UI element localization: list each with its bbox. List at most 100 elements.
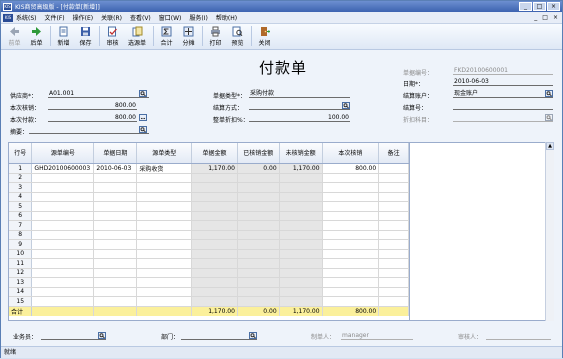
cell-remark[interactable] bbox=[378, 230, 409, 240]
mdi-restore-button[interactable]: □ bbox=[542, 14, 548, 21]
cell-amount[interactable] bbox=[191, 239, 238, 250]
cell-current-writeoff[interactable] bbox=[322, 211, 380, 221]
col-header-row-no[interactable]: 行号 bbox=[9, 143, 33, 164]
cell-unwritten[interactable] bbox=[279, 249, 323, 259]
cell-doc-date[interactable] bbox=[93, 258, 138, 269]
lookup-icon[interactable] bbox=[98, 332, 106, 339]
menu-file[interactable]: 文件(F) bbox=[45, 13, 65, 22]
cell-source-type[interactable] bbox=[136, 201, 193, 212]
cell-amount[interactable] bbox=[191, 201, 238, 212]
table-row[interactable]: 13 bbox=[9, 277, 409, 288]
cell-amount[interactable] bbox=[191, 287, 238, 297]
cell-source-type[interactable] bbox=[136, 277, 193, 288]
cell-written-off[interactable] bbox=[237, 296, 280, 307]
system-menu-icon[interactable]: KIS bbox=[3, 13, 13, 22]
cell-written-off[interactable] bbox=[237, 249, 280, 259]
col-header-amount[interactable]: 单据金额 bbox=[191, 143, 238, 164]
cell-amount[interactable] bbox=[191, 220, 238, 231]
cell-amount[interactable] bbox=[191, 268, 238, 278]
cell-remark[interactable] bbox=[378, 211, 409, 221]
cell-written-off[interactable] bbox=[237, 220, 280, 231]
table-row[interactable]: 3 bbox=[9, 182, 409, 193]
cell-source-no[interactable] bbox=[31, 230, 95, 240]
cell-source-no[interactable] bbox=[31, 258, 95, 269]
cell-amount[interactable] bbox=[191, 192, 238, 202]
table-row[interactable]: 5 bbox=[9, 201, 409, 212]
cell-current-writeoff[interactable] bbox=[322, 258, 380, 269]
cell-current-writeoff[interactable] bbox=[322, 268, 380, 278]
cell-remark[interactable] bbox=[378, 192, 409, 202]
cell-doc-date[interactable] bbox=[93, 296, 138, 307]
cell-current-writeoff[interactable] bbox=[322, 239, 380, 250]
cell-source-type[interactable] bbox=[136, 268, 193, 278]
settle-no-field[interactable] bbox=[453, 102, 553, 110]
cell-written-off[interactable] bbox=[237, 268, 280, 278]
cell-doc-date[interactable] bbox=[93, 239, 138, 250]
col-header-current[interactable]: 本次核销 bbox=[322, 143, 380, 164]
cell-amount[interactable] bbox=[191, 230, 238, 240]
cell-unwritten[interactable] bbox=[279, 220, 323, 231]
save-button[interactable]: 保存 bbox=[75, 26, 96, 47]
cell-remark[interactable] bbox=[378, 163, 409, 174]
vertical-scrollbar[interactable]: ▲ bbox=[545, 142, 554, 321]
discount-field[interactable]: 100.00 bbox=[249, 114, 350, 122]
menu-system[interactable]: 系统(S) bbox=[16, 13, 37, 22]
cell-written-off[interactable] bbox=[237, 277, 280, 288]
cell-unwritten[interactable] bbox=[279, 192, 323, 202]
lookup-icon[interactable] bbox=[249, 332, 257, 339]
menu-window[interactable]: 窗口(W) bbox=[159, 13, 182, 22]
cell-source-type[interactable] bbox=[136, 182, 193, 193]
col-header-unwritten[interactable]: 未核销金额 bbox=[279, 143, 323, 164]
cell-current-writeoff[interactable] bbox=[322, 220, 380, 231]
table-row[interactable]: 12 bbox=[9, 268, 409, 278]
cell-source-no[interactable] bbox=[31, 201, 95, 212]
cell-source-no[interactable] bbox=[31, 296, 95, 307]
cell-source-type[interactable] bbox=[136, 296, 193, 307]
cell-source-no[interactable] bbox=[31, 192, 95, 202]
cell-written-off[interactable] bbox=[237, 182, 280, 193]
cell-unwritten[interactable] bbox=[279, 287, 323, 297]
allocate-button[interactable]: 分摊 bbox=[178, 26, 199, 47]
next-doc-button[interactable]: 后单 bbox=[26, 26, 47, 47]
settle-method-field[interactable] bbox=[249, 102, 350, 110]
menu-view[interactable]: 查看(V) bbox=[130, 13, 151, 22]
cell-source-type[interactable]: 采购收货 bbox=[136, 163, 193, 174]
menu-help[interactable]: 帮助(H) bbox=[216, 13, 237, 22]
lookup-icon[interactable] bbox=[342, 102, 350, 109]
discount-account-field[interactable] bbox=[453, 114, 553, 122]
cell-remark[interactable] bbox=[378, 201, 409, 212]
cell-doc-date[interactable] bbox=[93, 277, 138, 288]
col-header-remark[interactable]: 备注 bbox=[378, 143, 409, 164]
cell-unwritten[interactable] bbox=[279, 268, 323, 278]
cell-source-no[interactable] bbox=[31, 249, 95, 259]
cell-doc-date[interactable]: 2010-06-03 bbox=[93, 163, 138, 174]
lookup-icon[interactable] bbox=[139, 90, 147, 97]
cell-remark[interactable] bbox=[378, 287, 409, 297]
cell-written-off[interactable] bbox=[237, 211, 280, 221]
cell-source-type[interactable] bbox=[136, 258, 193, 269]
close-window-button[interactable]: × bbox=[547, 2, 560, 11]
cell-written-off[interactable] bbox=[237, 239, 280, 250]
mdi-minimize-button[interactable]: _ bbox=[534, 14, 537, 21]
cell-source-no[interactable] bbox=[31, 173, 95, 183]
table-row[interactable]: 2 bbox=[9, 173, 409, 183]
cell-current-writeoff[interactable] bbox=[322, 277, 380, 288]
cell-written-off[interactable] bbox=[237, 230, 280, 240]
cell-doc-date[interactable] bbox=[93, 220, 138, 231]
cell-doc-date[interactable] bbox=[93, 192, 138, 202]
table-row[interactable]: 8 bbox=[9, 230, 409, 240]
cell-amount[interactable] bbox=[191, 296, 238, 307]
cell-source-no[interactable] bbox=[31, 182, 95, 193]
table-row[interactable]: 1 GHD20100600003 2010-06-03 采购收货 1,170.00 0.0… bbox=[9, 163, 409, 174]
summary-field[interactable] bbox=[29, 126, 149, 134]
cell-current-writeoff[interactable]: 800.00 bbox=[322, 163, 380, 174]
cell-unwritten[interactable] bbox=[279, 201, 323, 212]
supplier-field[interactable]: A01.001 bbox=[48, 90, 149, 98]
cell-written-off[interactable]: 0.00 bbox=[237, 163, 280, 174]
table-row[interactable]: 4 bbox=[9, 192, 409, 202]
cell-current-writeoff[interactable] bbox=[322, 173, 380, 183]
new-button[interactable]: 新增 bbox=[53, 26, 74, 47]
cell-source-type[interactable] bbox=[136, 287, 193, 297]
calculator-icon[interactable] bbox=[139, 114, 147, 121]
col-header-doc-date[interactable]: 单据日期 bbox=[93, 143, 138, 164]
